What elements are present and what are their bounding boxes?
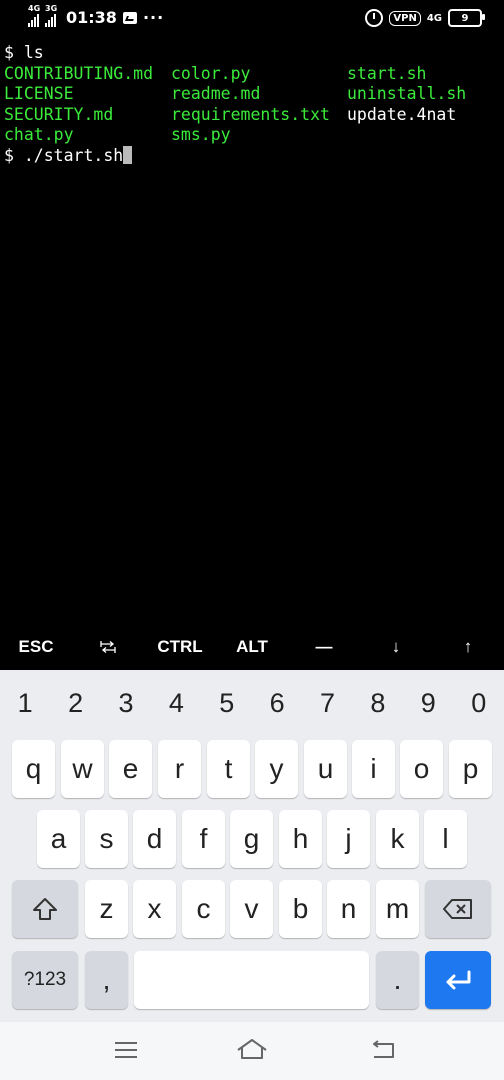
enter-key[interactable] (425, 951, 491, 1009)
file-name: start.sh (347, 63, 427, 83)
file-row: SECURITY.md requirements.txt update.4nat (4, 105, 504, 126)
key-c[interactable]: c (182, 880, 225, 938)
alarm-icon (365, 9, 384, 27)
ctrl-key[interactable]: CTRL (144, 624, 216, 670)
command-line: $ ls (4, 43, 44, 62)
shift-icon (33, 898, 57, 920)
file-row: LICENSE readme.md uninstall.sh (4, 84, 504, 105)
key-w[interactable]: w (61, 740, 104, 798)
backspace-key[interactable] (425, 880, 491, 938)
key-q[interactable]: q (12, 740, 55, 798)
key-5[interactable]: 5 (203, 678, 251, 728)
symbols-key[interactable]: ?123 (12, 951, 78, 1009)
text-cursor (123, 145, 133, 164)
battery-level: 9 (461, 12, 469, 24)
file-name: sms.py (171, 125, 231, 144)
key-u[interactable]: u (304, 740, 347, 798)
dash-key[interactable]: — (288, 624, 360, 670)
key-3[interactable]: 3 (102, 678, 150, 728)
key-n[interactable]: n (327, 880, 370, 938)
status-bar: 4G 3G 01:38 ··· VPN 4G 9 (0, 0, 504, 40)
file-name: update.4nat (347, 104, 457, 124)
soft-keyboard: 1 2 3 4 5 6 7 8 9 0 q w e r t y u i o p … (0, 670, 504, 1022)
back-icon[interactable] (370, 1040, 396, 1060)
key-o[interactable]: o (400, 740, 443, 798)
key-e[interactable]: e (109, 740, 152, 798)
backspace-icon (443, 899, 472, 919)
key-f[interactable]: f (182, 810, 225, 868)
key-6[interactable]: 6 (253, 678, 301, 728)
file-name: uninstall.sh (347, 84, 467, 103)
command-line: $ ./start.sh (4, 145, 504, 167)
number-row: 1 2 3 4 5 6 7 8 9 0 (0, 678, 504, 728)
key-j[interactable]: j (327, 810, 370, 868)
key-x[interactable]: x (133, 880, 176, 938)
signal-type-label: 3G (45, 3, 58, 13)
file-name: requirements.txt (171, 104, 330, 124)
key-z[interactable]: z (85, 880, 128, 938)
key-1[interactable]: 1 (1, 678, 49, 728)
menu-icon[interactable] (115, 1042, 137, 1058)
file-name: CONTRIBUTING.md (4, 63, 154, 83)
tab-icon (100, 641, 116, 653)
key-9[interactable]: 9 (404, 678, 452, 728)
alt-key[interactable]: ALT (216, 624, 288, 670)
key-g[interactable]: g (230, 810, 273, 868)
home-icon[interactable] (236, 1038, 268, 1060)
key-v[interactable]: v (230, 880, 273, 938)
message-icon (122, 11, 137, 24)
file-name: color.py (171, 63, 251, 83)
up-arrow-key[interactable]: ↑ (432, 624, 504, 670)
navigation-bar (0, 1022, 504, 1080)
key-4[interactable]: 4 (152, 678, 200, 728)
key-8[interactable]: 8 (354, 678, 402, 728)
tab-key[interactable] (72, 624, 144, 670)
key-h[interactable]: h (279, 810, 322, 868)
key-d[interactable]: d (133, 810, 176, 868)
signal-strength-icon: 3G (45, 4, 57, 27)
key-s[interactable]: s (85, 810, 128, 868)
key-k[interactable]: k (376, 810, 419, 868)
down-arrow-key[interactable]: ↓ (360, 624, 432, 670)
key-t[interactable]: t (207, 740, 250, 798)
file-name: chat.py (4, 125, 74, 144)
key-i[interactable]: i (352, 740, 395, 798)
key-y[interactable]: y (255, 740, 298, 798)
current-command: $ ./start.sh (4, 145, 124, 165)
space-bar[interactable] (134, 951, 369, 1009)
file-row: chat.py sms.py (4, 125, 504, 146)
file-name: SECURITY.md (4, 104, 114, 124)
key-l[interactable]: l (424, 810, 467, 868)
signal-strength-icon: 4G (28, 4, 40, 27)
shift-key[interactable] (12, 880, 78, 938)
key-b[interactable]: b (279, 880, 322, 938)
key-2[interactable]: 2 (52, 678, 100, 728)
signal-type-label: 4G (28, 3, 41, 13)
comma-key[interactable]: , (85, 951, 128, 1009)
terminal-output[interactable]: $ ls CONTRIBUTING.md color.py start.sh L… (4, 43, 504, 166)
enter-icon (446, 970, 471, 990)
extra-keys-row: ESC CTRL ALT — ↓ ↑ (0, 624, 504, 670)
file-row: CONTRIBUTING.md color.py start.sh (4, 64, 504, 85)
more-notifications-icon: ··· (142, 8, 165, 27)
vpn-icon: VPN (389, 10, 421, 26)
file-name: readme.md (171, 84, 261, 103)
esc-key[interactable]: ESC (0, 624, 72, 670)
key-p[interactable]: p (449, 740, 492, 798)
file-name: LICENSE (4, 84, 74, 103)
key-a[interactable]: a (37, 810, 80, 868)
clock: 01:38 (66, 8, 117, 27)
key-0[interactable]: 0 (455, 678, 503, 728)
key-m[interactable]: m (376, 880, 419, 938)
period-key[interactable]: . (376, 951, 419, 1009)
key-r[interactable]: r (158, 740, 201, 798)
key-7[interactable]: 7 (304, 678, 352, 728)
network-type-icon: 4G (426, 12, 442, 24)
battery-icon: 9 (448, 9, 485, 27)
